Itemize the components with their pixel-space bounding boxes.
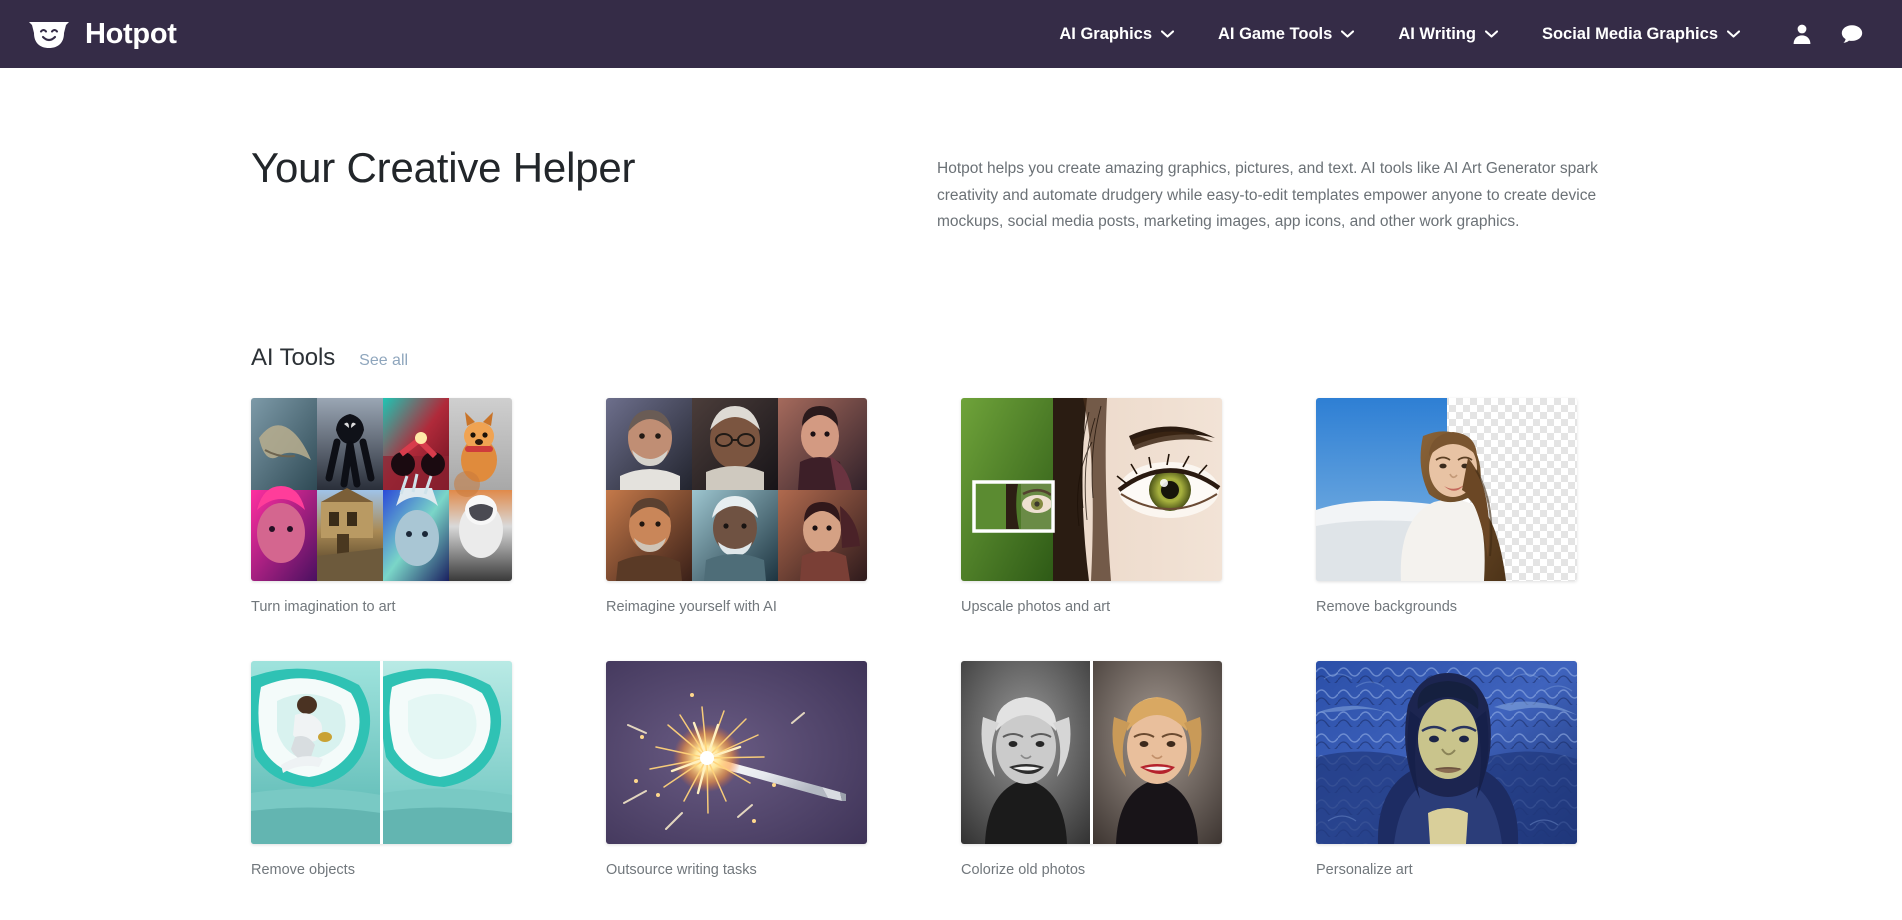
- content-container: Your Creative Helper Hotpot helps you cr…: [251, 68, 1671, 880]
- tool-card-label: Personalize art: [1316, 861, 1577, 880]
- tool-card-label: Colorize old photos: [961, 861, 1222, 880]
- see-all-link[interactable]: See all: [359, 352, 408, 370]
- chat-bubble-icon[interactable]: [1840, 22, 1864, 46]
- nav-item-label: AI Graphics: [1059, 25, 1152, 44]
- tool-card-remove-objects[interactable]: Remove objects: [251, 661, 512, 880]
- nav-item-label: Social Media Graphics: [1542, 25, 1718, 44]
- chevron-down-icon: [1485, 30, 1498, 38]
- page-title: Your Creative Helper: [251, 143, 891, 193]
- ai-portraits-grid-thumbnail: [606, 398, 867, 581]
- tool-card-label: Outsource writing tasks: [606, 861, 867, 880]
- chevron-down-icon: [1161, 30, 1174, 38]
- eye-upscale-thumbnail: [961, 398, 1222, 581]
- tool-card-remove-backgrounds[interactable]: Remove backgrounds: [1316, 398, 1577, 617]
- tool-card-turn-imagination-to-art[interactable]: Turn imagination to art: [251, 398, 512, 617]
- sparkling-pen-thumbnail: [606, 661, 867, 844]
- nav-item-ai-writing[interactable]: AI Writing: [1376, 15, 1520, 54]
- site-header: Hotpot AI Graphics AI Game Tools AI Writ…: [0, 0, 1902, 68]
- tool-card-upscale-photos-and-art[interactable]: Upscale photos and art: [961, 398, 1222, 617]
- header-icon-group: [1790, 22, 1864, 46]
- ai-art-grid-thumbnail: [251, 398, 512, 581]
- tool-card-label: Upscale photos and art: [961, 598, 1222, 617]
- chevron-down-icon: [1727, 30, 1740, 38]
- tool-card-label: Remove objects: [251, 861, 512, 880]
- brand-logo-link[interactable]: Hotpot: [26, 17, 177, 51]
- chevron-down-icon: [1341, 30, 1354, 38]
- brand-name: Hotpot: [85, 18, 177, 51]
- style-transfer-monalisa-thumbnail: [1316, 661, 1577, 844]
- object-removal-wave-thumbnail: [251, 661, 512, 844]
- nav-item-ai-game-tools[interactable]: AI Game Tools: [1196, 15, 1376, 54]
- tool-card-label: Reimagine yourself with AI: [606, 598, 867, 617]
- tool-card-colorize-old-photos[interactable]: Colorize old photos: [961, 661, 1222, 880]
- tool-card-reimagine-yourself-with-ai[interactable]: Reimagine yourself with AI: [606, 398, 867, 617]
- user-account-icon[interactable]: [1790, 22, 1814, 46]
- ai-tools-section-header: AI Tools See all: [251, 344, 1671, 372]
- background-removal-thumbnail: [1316, 398, 1577, 581]
- tool-card-label: Remove backgrounds: [1316, 598, 1577, 617]
- nav-item-label: AI Game Tools: [1218, 25, 1332, 44]
- tool-card-label: Turn imagination to art: [251, 598, 512, 617]
- tool-card-personalize-art[interactable]: Personalize art: [1316, 661, 1577, 880]
- hero-section: Your Creative Helper Hotpot helps you cr…: [251, 68, 1671, 236]
- page-body: Your Creative Helper Hotpot helps you cr…: [0, 68, 1902, 880]
- nav-item-ai-graphics[interactable]: AI Graphics: [1037, 15, 1196, 54]
- tool-card-outsource-writing-tasks[interactable]: Outsource writing tasks: [606, 661, 867, 880]
- ai-tools-grid: Turn imagination to art: [251, 398, 1671, 880]
- main-navigation: AI Graphics AI Game Tools AI Writing Soc…: [1037, 15, 1872, 54]
- colorize-portrait-thumbnail: [961, 661, 1222, 844]
- hotpot-logo-icon: [26, 17, 72, 51]
- nav-item-label: AI Writing: [1398, 25, 1476, 44]
- nav-item-social-media-graphics[interactable]: Social Media Graphics: [1520, 15, 1762, 54]
- section-title: AI Tools: [251, 344, 335, 372]
- hero-description: Hotpot helps you create amazing graphics…: [937, 156, 1637, 236]
